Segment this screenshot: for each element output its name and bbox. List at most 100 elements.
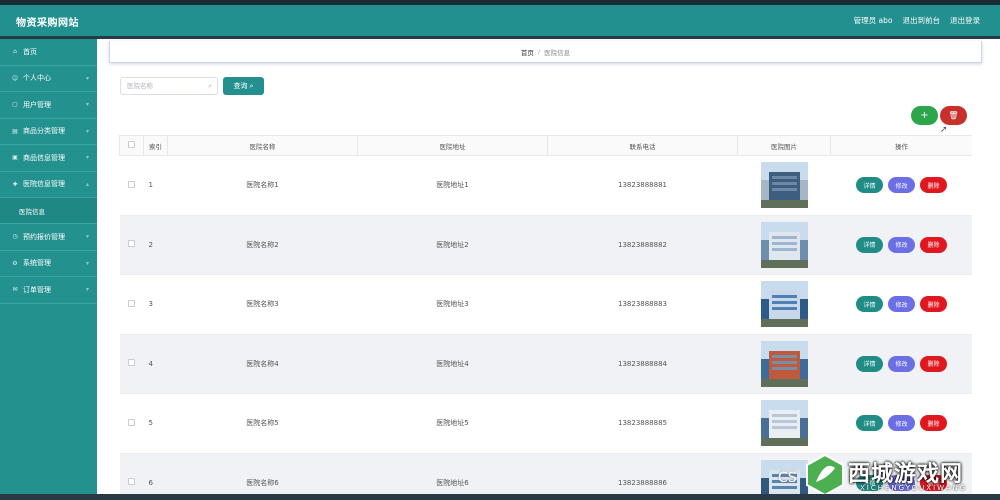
hospital-photo[interactable] xyxy=(760,340,808,387)
detail-button[interactable]: 详情 xyxy=(856,177,883,194)
row-checkbox[interactable] xyxy=(119,274,144,335)
cell-address: 医院地址4 xyxy=(357,334,548,394)
search-placeholder: 医院名称 xyxy=(127,82,153,90)
delete-button[interactable]: 删除 xyxy=(920,177,947,194)
watermark-subtext: XICHENGYOUXIWANG xyxy=(860,484,968,492)
hospital-photo[interactable] xyxy=(760,400,808,447)
detail-button[interactable]: 详情 xyxy=(856,236,883,253)
chevron-down-icon: ▾ xyxy=(85,101,89,108)
chevron-down-icon: ▾ xyxy=(85,74,89,82)
row-checkbox[interactable] xyxy=(119,393,144,454)
cell-phone: 13823888883 xyxy=(547,274,738,335)
cell-address: 医院地址5 xyxy=(357,393,548,454)
breadcrumb-current: 医院信息 xyxy=(544,48,571,57)
sidebar-item-hospital-mgmt[interactable]: ✚ 医院信息管理 ▴ xyxy=(0,172,97,198)
sidebar-item-users[interactable]: ▢ 用户管理 ▾ xyxy=(0,92,97,119)
cell-image xyxy=(737,334,831,394)
cell-image xyxy=(737,155,831,216)
table-row: 2 医院名称2 医院地址2 13823888882 详情 修改 删除 xyxy=(119,215,972,275)
sidebar-item-category[interactable]: ▤ 商品分类管理 ▾ xyxy=(0,119,97,145)
sidebar-item-profile[interactable]: ☺ 个人中心 ▾ xyxy=(0,66,97,92)
cell-address: 医院地址3 xyxy=(357,274,548,335)
detail-button[interactable]: 详情 xyxy=(856,355,883,372)
delete-button[interactable]: 删除 xyxy=(920,415,947,432)
logout-link[interactable]: 退出登录 xyxy=(950,15,980,26)
column-header-image: 医院图片 xyxy=(737,135,831,156)
breadcrumb-home[interactable]: 首页 xyxy=(521,47,534,57)
chevron-down-icon: ▾ xyxy=(85,233,89,240)
hospital-photo[interactable] xyxy=(760,221,808,268)
exit-to-frontend-link[interactable]: 退出到前台 xyxy=(903,15,941,26)
chevron-up-icon: ▴ xyxy=(85,180,89,188)
cell-name: 医院名称6 xyxy=(167,453,358,500)
goods-icon: ▣ xyxy=(12,154,18,162)
cell-index: 4 xyxy=(143,334,168,394)
sidebar-item-goods[interactable]: ▣ 商品信息管理 ▾ xyxy=(0,145,97,172)
main-content: 首页 / 医院信息 医院名称 ⌕ 查询 ⌕ + 🗑 ➚ 索引 医院名称 医院地址… xyxy=(97,39,1000,500)
batch-delete-button[interactable]: 🗑 xyxy=(940,106,967,125)
column-header-index: 索引 xyxy=(143,135,168,156)
cell-phone: 13823888885 xyxy=(547,393,738,454)
top-links: 管理员 abo 退出到前台 退出登录 xyxy=(854,15,980,26)
table-row: 5 医院名称5 医院地址5 13823888885 详情 修改 删除 xyxy=(119,393,972,454)
users-icon: ▢ xyxy=(12,101,18,109)
edit-button[interactable]: 修改 xyxy=(888,296,915,313)
cell-index: 6 xyxy=(143,453,168,500)
quote-icon: ◷ xyxy=(12,233,18,241)
sidebar-item-label: 预约报价管理 xyxy=(23,232,65,241)
column-header-actions: 操作 xyxy=(830,135,972,156)
row-checkbox[interactable] xyxy=(119,215,144,275)
edit-button[interactable]: 修改 xyxy=(888,177,915,194)
row-checkbox[interactable] xyxy=(119,334,144,394)
cell-name: 医院名称3 xyxy=(167,274,358,335)
select-all-checkbox[interactable] xyxy=(119,135,144,156)
edit-button[interactable]: 修改 xyxy=(888,236,915,253)
column-header-address: 医院地址 xyxy=(357,135,548,156)
sidebar-item-home[interactable]: ⌂ 首页 xyxy=(0,39,97,66)
sidebar-item-label: 个人中心 xyxy=(23,74,51,83)
cell-address: 医院地址1 xyxy=(357,155,548,216)
row-checkbox[interactable] xyxy=(119,453,144,500)
sidebar-item-system[interactable]: ⚙ 系统管理 ▾ xyxy=(0,251,97,277)
detail-button[interactable]: 详情 xyxy=(856,415,883,432)
cell-index: 3 xyxy=(143,274,168,335)
add-button[interactable]: + xyxy=(911,106,938,125)
hospital-name-search-input[interactable]: 医院名称 ⌕ xyxy=(120,77,218,95)
sidebar: ⌂ 首页 ☺ 个人中心 ▾ ▢ 用户管理 ▾ ▤ 商品分类管理 ▾ ▣ 商品信息… xyxy=(0,39,97,500)
delete-button[interactable]: 删除 xyxy=(920,355,947,372)
detail-button[interactable]: 详情 xyxy=(856,296,883,313)
cell-name: 医院名称5 xyxy=(167,393,358,454)
app-frame: 物资采购网站 管理员 abo 退出到前台 退出登录 ⌂ 首页 ☺ 个人中心 ▾ … xyxy=(0,0,1000,500)
sidebar-item-orders[interactable]: ✉ 订单管理 ▾ xyxy=(0,277,97,304)
column-header-phone: 联系电话 xyxy=(547,135,738,156)
hospital-icon: ✚ xyxy=(12,180,18,188)
sidebar-item-label: 系统管理 xyxy=(23,259,51,268)
row-checkbox[interactable] xyxy=(119,155,144,216)
mouse-cursor-icon: ➚ xyxy=(940,125,948,135)
cell-phone: 13823888881 xyxy=(547,155,738,216)
sidebar-subitem-hospital-info[interactable]: 医院信息 xyxy=(0,198,97,224)
cell-address: 医院地址6 xyxy=(357,453,548,500)
delete-button[interactable]: 删除 xyxy=(920,236,947,253)
home-icon: ⌂ xyxy=(13,48,17,56)
cell-index: 2 xyxy=(143,215,168,275)
watermark-cs: CS xyxy=(778,470,797,486)
chevron-down-icon: ▾ xyxy=(85,154,89,161)
sidebar-item-label: 用户管理 xyxy=(23,100,51,109)
cell-name: 医院名称4 xyxy=(167,334,358,394)
search-icon: ⌕ xyxy=(208,82,212,90)
plus-icon: + xyxy=(920,110,929,121)
system-icon: ⚙ xyxy=(12,259,18,267)
trash-icon: 🗑 xyxy=(948,111,959,120)
sidebar-item-quote[interactable]: ◷ 预约报价管理 ▾ xyxy=(0,224,97,251)
edit-button[interactable]: 修改 xyxy=(888,355,915,372)
taskbar xyxy=(0,494,1000,500)
cell-index: 5 xyxy=(143,393,168,454)
edit-button[interactable]: 修改 xyxy=(888,415,915,432)
search-button[interactable]: 查询 ⌕ xyxy=(223,77,264,95)
hospital-photo[interactable] xyxy=(760,281,808,328)
column-header-name: 医院名称 xyxy=(167,135,358,156)
cell-address: 医院地址2 xyxy=(357,215,548,275)
hospital-photo[interactable] xyxy=(760,162,808,209)
delete-button[interactable]: 删除 xyxy=(920,296,947,313)
